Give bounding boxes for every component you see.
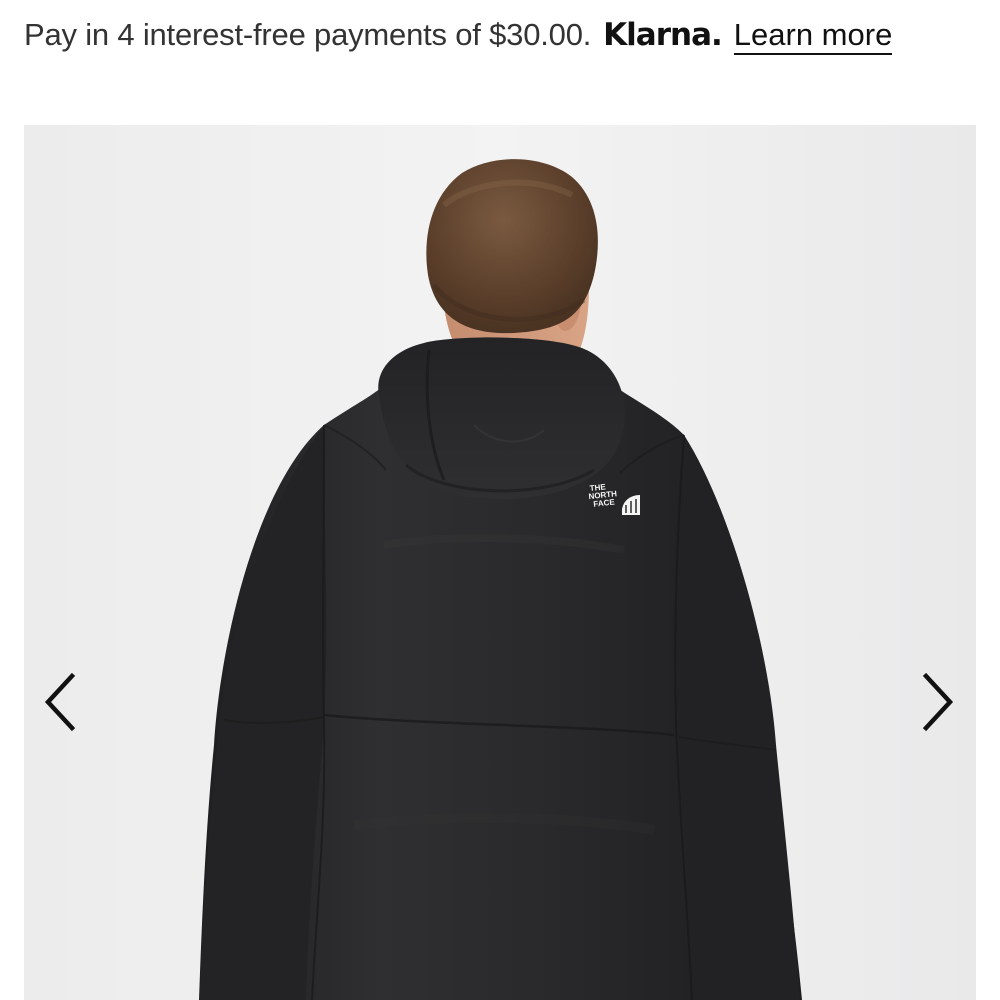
chevron-left-icon	[44, 672, 76, 732]
financing-message: Pay in 4 interest-free payments of $30.0…	[24, 17, 592, 52]
klarna-logo: Klarna.	[603, 17, 723, 53]
learn-more-link[interactable]: Learn more	[733, 18, 893, 55]
previous-image-button[interactable]	[30, 665, 90, 739]
next-image-button[interactable]	[908, 665, 968, 739]
klarna-financing-banner: Pay in 4 interest-free payments of $30.0…	[24, 10, 893, 60]
product-image-gallery: THE NORTH FACE	[24, 125, 976, 1000]
chevron-right-icon	[922, 672, 954, 732]
product-image: THE NORTH FACE	[24, 125, 976, 1000]
